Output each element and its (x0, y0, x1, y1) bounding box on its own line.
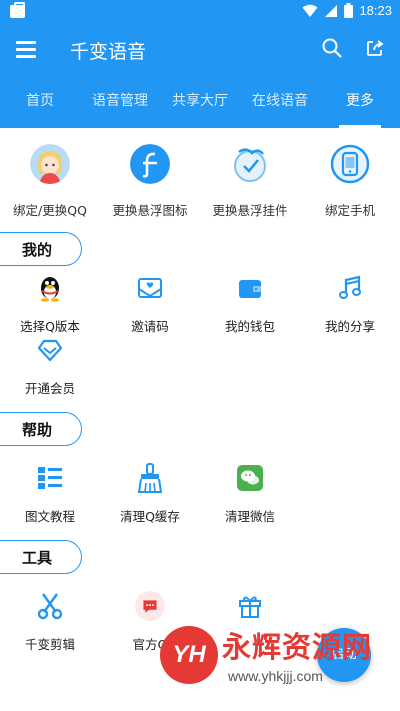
qq-penguin-icon (35, 274, 65, 302)
clear-q-cache-label: 清理Q缓存 (120, 509, 180, 524)
section-mine-grid: 选择Q版本 邀请码 我的钱包 我的分享 开通会员 (0, 266, 400, 412)
bind-phone-item[interactable]: 绑定手机 (300, 144, 400, 228)
app-title: 千变语音 (70, 41, 147, 63)
bind-qq-item[interactable]: 绑定/更换QQ (0, 144, 100, 228)
top-shortcuts: 绑定/更换QQ 更换悬浮图标 更换悬浮挂件 绑定手机 (0, 128, 400, 228)
watermark-url: www.yhkjjj.com (228, 668, 323, 684)
phone-icon (330, 144, 370, 184)
change-float-pendant-item[interactable]: 更换悬浮挂件 (200, 144, 300, 228)
tab-bar: 首页 语音管理 共享大厅 在线语音 更多 (0, 76, 400, 128)
tutorial-label: 图文教程 (24, 509, 75, 524)
my-wallet-label: 我的钱包 (224, 319, 275, 334)
diamond-icon (35, 336, 65, 364)
envelope-heart-icon (135, 274, 165, 302)
list-icon (35, 464, 65, 492)
avatar-icon (30, 144, 70, 184)
my-share-label: 我的分享 (324, 319, 375, 334)
select-q-version-label: 选择Q版本 (20, 319, 80, 334)
section-help-grid: 图文教程 清理Q缓存 清理微信 (0, 446, 400, 540)
open-vip-label: 开通会员 (24, 381, 75, 396)
qianbian-edit-item[interactable]: 千变剪辑 (0, 584, 100, 654)
wallet-icon (235, 274, 265, 302)
invite-code-label: 邀请码 (131, 319, 169, 334)
watermark-text: 永辉资源网 (222, 630, 373, 664)
my-wallet-item[interactable]: 我的钱包 (200, 266, 300, 336)
section-tools-header: 工具 (0, 540, 82, 574)
select-q-version-item[interactable]: 选择Q版本 (0, 266, 100, 336)
tab-home[interactable]: 首页 (0, 76, 80, 128)
change-float-pendant-label: 更换悬浮挂件 (212, 203, 288, 218)
chat-bubble-icon (135, 591, 165, 621)
battery-icon (344, 3, 354, 18)
clear-wechat-label: 清理微信 (224, 509, 275, 524)
pendant-icon (234, 148, 266, 182)
clear-wechat-item[interactable]: 清理微信 (200, 456, 300, 526)
status-time: 18:23 (359, 3, 392, 18)
tab-share-hall[interactable]: 共享大厅 (160, 76, 240, 128)
wifi-icon (302, 4, 318, 17)
search-icon[interactable] (322, 38, 342, 58)
gift-icon (235, 592, 265, 620)
watermark-logo: YH (160, 626, 218, 684)
my-share-item[interactable]: 我的分享 (300, 266, 400, 336)
scissors-icon (35, 592, 65, 620)
invite-code-item[interactable]: 邀请码 (100, 266, 200, 336)
tutorial-item[interactable]: 图文教程 (0, 456, 100, 526)
change-float-icon-label: 更换悬浮图标 (112, 203, 188, 218)
open-vip-item[interactable]: 开通会员 (0, 336, 100, 412)
broom-icon (135, 463, 165, 493)
tab-online-voice[interactable]: 在线语音 (240, 76, 320, 128)
share-icon[interactable] (366, 39, 384, 57)
clear-q-cache-item[interactable]: 清理Q缓存 (100, 456, 200, 526)
wechat-icon (235, 464, 265, 492)
tab-more[interactable]: 更多 (320, 76, 400, 128)
bind-phone-label: 绑定手机 (324, 203, 375, 218)
signal-icon (325, 4, 338, 17)
bind-qq-label: 绑定/更换QQ (13, 203, 87, 218)
section-help-header: 帮助 (0, 412, 82, 446)
float-icon-icon (130, 144, 170, 184)
status-bar: 18:23 (0, 0, 400, 24)
tab-voice-manage[interactable]: 语音管理 (80, 76, 160, 128)
app-bar: 千变语音 (0, 24, 400, 76)
change-float-icon-item[interactable]: 更换悬浮图标 (100, 144, 200, 228)
shopping-bag-icon (10, 2, 25, 18)
section-mine-header: 我的 (0, 232, 82, 266)
watermark: YH 永辉资源网 www.yhkjjj.com (160, 618, 400, 711)
qianbian-edit-label: 千变剪辑 (24, 637, 75, 652)
music-note-icon (335, 274, 365, 302)
menu-icon[interactable] (16, 41, 36, 58)
